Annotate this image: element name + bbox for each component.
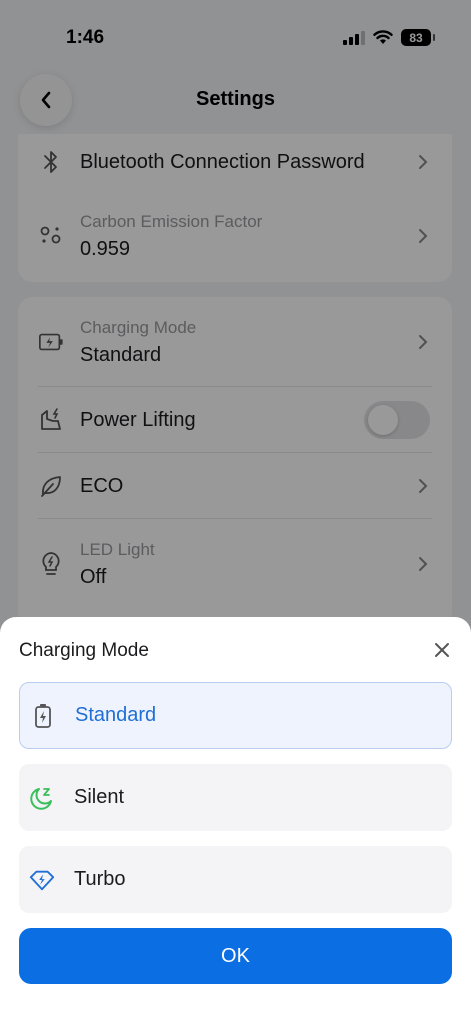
ok-button[interactable]: OK <box>19 928 452 984</box>
settings-screen: 1:46 83 Settings Bluetooth Connection Pa… <box>0 0 471 1024</box>
sheet-title: Charging Mode <box>19 640 149 661</box>
option-label: Standard <box>75 704 157 726</box>
option-label: Silent <box>74 786 125 808</box>
option-standard[interactable]: Standard <box>19 682 452 749</box>
option-turbo[interactable]: Turbo <box>19 846 452 913</box>
moon-sleep-icon <box>29 785 55 811</box>
close-button[interactable] <box>431 639 453 661</box>
battery-charging-icon <box>30 703 56 729</box>
close-icon <box>435 643 449 657</box>
option-label: Turbo <box>74 868 126 890</box>
diamond-bolt-icon <box>29 867 55 893</box>
option-silent[interactable]: Silent <box>19 764 452 831</box>
charging-mode-sheet: Charging Mode Standard Silent Turbo OK <box>0 617 471 1024</box>
